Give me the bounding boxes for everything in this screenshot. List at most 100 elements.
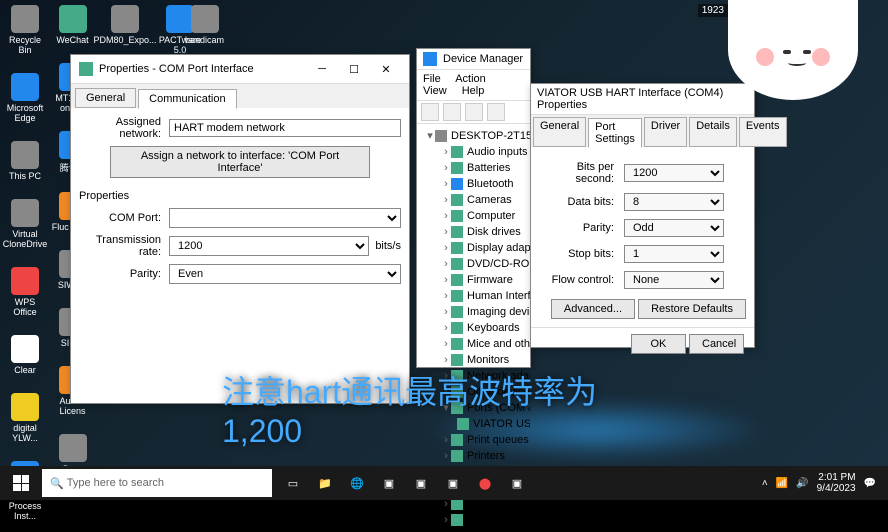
notifications-icon[interactable]: 💬 [864, 478, 876, 489]
start-button[interactable] [4, 468, 38, 498]
edge-icon[interactable]: 🌐 [342, 468, 372, 498]
node-keyboards[interactable]: ›Keyboards [421, 320, 526, 336]
menu-help[interactable]: Help [462, 85, 485, 97]
node-dvd[interactable]: ›DVD/CD-ROM drives [421, 256, 526, 272]
node-software[interactable]: ›Software components [421, 512, 526, 528]
edge[interactable]: Microsoft Edge [5, 73, 45, 123]
com-port-label: COM Port: [79, 212, 169, 224]
node-printers[interactable]: ›Printers [421, 448, 526, 464]
tab-port-settings[interactable]: Port Settings [588, 118, 642, 148]
clock-time: 2:01 PM [817, 472, 856, 483]
app-icon-4[interactable]: ▣ [502, 468, 532, 498]
wps-office[interactable]: WPS Office [5, 267, 45, 317]
properties-window: Properties - COM Port Interface ─ ☐ ✕ Ge… [70, 54, 410, 404]
bps-label: Bits per second: [539, 161, 624, 185]
toolbar [417, 101, 530, 124]
restore-defaults-button[interactable]: Restore Defaults [638, 299, 746, 319]
subtitle-caption: 注意hart通讯最高波特率为1,200 [222, 367, 666, 450]
node-cameras[interactable]: ›Cameras [421, 192, 526, 208]
tab-details[interactable]: Details [689, 117, 737, 147]
properties-label: Properties [79, 190, 401, 202]
node-audio[interactable]: ›Audio inputs and outpu [421, 144, 526, 160]
node-batteries[interactable]: ›Batteries [421, 160, 526, 176]
avatar-overlay [728, 0, 858, 100]
node-mice[interactable]: ›Mice and other pointin [421, 336, 526, 352]
desktop: Recycle Bin Microsoft Edge This PC Virtu… [0, 0, 888, 500]
search-box[interactable]: 🔍 Type here to search [42, 469, 272, 497]
titlebar-properties[interactable]: Properties - COM Port Interface ─ ☐ ✕ [71, 55, 409, 84]
explorer-icon[interactable]: 📁 [310, 468, 340, 498]
forward-button[interactable] [443, 103, 461, 121]
rate-select[interactable]: 1200 [169, 236, 369, 256]
desktop-icons-col3: PDM80_Expo... [100, 5, 150, 45]
stop-bits-select[interactable]: 1 [624, 245, 724, 263]
node-disk[interactable]: ›Disk drives [421, 224, 526, 240]
desktop-icons-col1: Recycle Bin Microsoft Edge This PC Virtu… [5, 5, 45, 521]
back-button[interactable] [421, 103, 439, 121]
port-title: VIATOR USB HART Interface (COM4) Propert… [531, 84, 754, 115]
node-monitors[interactable]: ›Monitors [421, 352, 526, 368]
assigned-label: Assigned network: [79, 116, 169, 140]
menu-view[interactable]: View [423, 85, 447, 97]
wechat[interactable]: WeChat [50, 5, 95, 45]
system-tray[interactable]: ˄ 📶 🔊 2:01 PM 9/4/2023 💬 [762, 472, 884, 494]
app-icon-2[interactable]: ▣ [406, 468, 436, 498]
close-button[interactable]: ✕ [371, 59, 401, 79]
menubar: File Action View Help [417, 70, 530, 101]
task-view-icon[interactable]: ▭ [278, 468, 308, 498]
parity-select[interactable]: Odd [624, 219, 724, 237]
record-icon[interactable]: ⬤ [470, 468, 500, 498]
com-port-select[interactable] [169, 208, 401, 228]
virtual-clonedrive[interactable]: Virtual CloneDrive [5, 199, 45, 249]
node-display[interactable]: ›Display adapters [421, 240, 526, 256]
node-firmware[interactable]: ›Firmware [421, 272, 526, 288]
maximize-button[interactable]: ☐ [339, 59, 369, 79]
node-computer[interactable]: ›Computer [421, 208, 526, 224]
ok-button[interactable]: OK [631, 334, 686, 354]
flow-select[interactable]: None [624, 271, 724, 289]
refresh-button[interactable] [465, 103, 483, 121]
wifi-icon[interactable]: 📶 [776, 478, 788, 489]
stop-bits-label: Stop bits: [539, 248, 624, 260]
volume-icon[interactable]: 🔊 [796, 478, 808, 489]
assigned-network-input[interactable] [169, 119, 401, 137]
titlebar-devmgr[interactable]: Device Manager [417, 49, 530, 70]
bandicam[interactable]: bandicam [185, 5, 224, 45]
bps-select[interactable]: 1200 [624, 164, 724, 182]
flow-label: Flow control: [539, 274, 624, 286]
node-imaging[interactable]: ›Imaging devices [421, 304, 526, 320]
pdm80[interactable]: PDM80_Expo... [100, 5, 150, 45]
advanced-button[interactable]: Advanced... [551, 299, 635, 319]
digital-ylw[interactable]: digital YLW... [5, 393, 45, 443]
node-bluetooth[interactable]: ›Bluetooth [421, 176, 526, 192]
menu-action[interactable]: Action [455, 73, 486, 85]
tab-general[interactable]: General [75, 88, 136, 108]
app-icon-3[interactable]: ▣ [438, 468, 468, 498]
device-manager-window: Device Manager File Action View Help ▾DE… [416, 48, 531, 368]
node-hid[interactable]: ›Human Interface Device [421, 288, 526, 304]
tabs: General Communication [71, 84, 409, 108]
tab-general[interactable]: General [533, 117, 586, 147]
assign-network-button[interactable]: Assign a network to interface: 'COM Port… [110, 146, 370, 178]
menu-file[interactable]: File [423, 73, 441, 85]
clock-date: 9/4/2023 [817, 483, 856, 494]
tab-events[interactable]: Events [739, 117, 787, 147]
this-pc[interactable]: This PC [5, 141, 45, 181]
app-icon[interactable]: ▣ [374, 468, 404, 498]
tray-chevron-icon[interactable]: ˄ [762, 478, 768, 489]
clear[interactable]: Clear [5, 335, 45, 375]
devmgr-title: Device Manager [443, 53, 524, 65]
tree-root[interactable]: ▾DESKTOP-2T15N2J [421, 128, 526, 144]
rec-time: 1923 [698, 4, 728, 17]
parity-label: Parity: [539, 222, 624, 234]
parity-select[interactable]: Even [169, 264, 401, 284]
tab-driver[interactable]: Driver [644, 117, 687, 147]
data-bits-label: Data bits: [539, 196, 624, 208]
props-button[interactable] [487, 103, 505, 121]
minimize-button[interactable]: ─ [307, 59, 337, 79]
recycle-bin[interactable]: Recycle Bin [5, 5, 45, 55]
tab-communication[interactable]: Communication [138, 89, 236, 109]
data-bits-select[interactable]: 8 [624, 193, 724, 211]
cancel-button[interactable]: Cancel [689, 334, 744, 354]
rate-label: Transmission rate: [79, 234, 169, 258]
